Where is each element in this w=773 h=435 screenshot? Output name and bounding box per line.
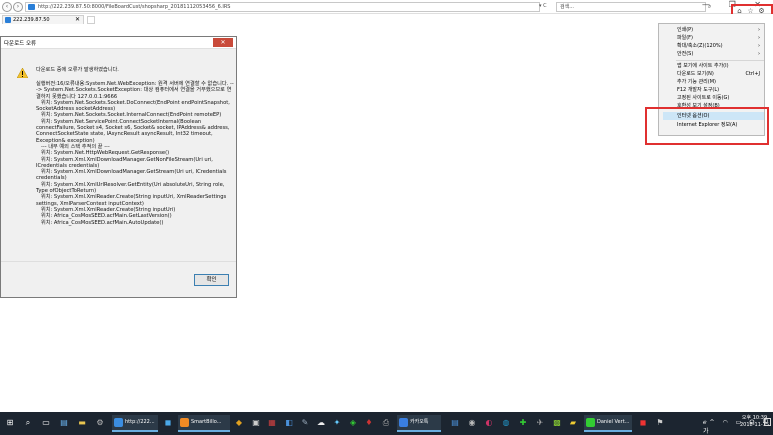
app-icon[interactable]: ◼ bbox=[637, 417, 649, 429]
tab-close-icon[interactable]: ✕ bbox=[75, 16, 80, 24]
app-icon[interactable]: ✈ bbox=[534, 417, 546, 429]
taskbar-window-label: http://222... bbox=[125, 419, 155, 425]
submenu-arrow-icon: › bbox=[758, 43, 760, 49]
app-icon[interactable]: ◐ bbox=[483, 417, 495, 429]
start-button-icon[interactable]: ⊞ bbox=[4, 417, 16, 429]
app-icon[interactable]: ◈ bbox=[347, 417, 359, 429]
app-icon[interactable]: ▰ bbox=[567, 417, 579, 429]
error-dialog: 다운로드 오류 ✕ 다운로드 중에 오류가 발생하였습니다. 실행버전:16/오… bbox=[0, 36, 237, 298]
app-icon[interactable]: ⚑ bbox=[654, 417, 666, 429]
warning-icon bbox=[17, 68, 28, 78]
menu-item-label: 확대/축소(Z)(120%) bbox=[677, 43, 723, 49]
dialog-message: 다운로드 중에 오류가 발생하였습니다. bbox=[36, 67, 234, 75]
app-icon[interactable]: ◼ bbox=[162, 417, 174, 429]
ie-icon bbox=[114, 418, 123, 427]
app-icon[interactable]: ▣ bbox=[250, 417, 262, 429]
menu-item-shortcut: Ctrl+J bbox=[745, 71, 760, 77]
submenu-arrow-icon: › bbox=[758, 35, 760, 41]
url-text: http://222.239.87.50:8000/FileBoardCust/… bbox=[38, 4, 231, 10]
menu-item-label: 다운로드 보기(N) bbox=[677, 71, 714, 77]
taskbar-kakao-window[interactable]: 카카오톡 bbox=[397, 415, 441, 432]
taskbar-daniel-window[interactable]: Daniel Vert... bbox=[584, 415, 632, 432]
ok-button[interactable]: 확인 bbox=[194, 274, 229, 286]
taskbar-window-label: Daniel Vert... bbox=[597, 419, 630, 425]
dialog-line2: 실행버전:16/오류내용:System.Net.WebException: 원격… bbox=[36, 81, 234, 100]
menu-item-pinned-sites[interactable]: 고정된 사이트로 이동(G) bbox=[663, 94, 764, 102]
menu-item-label: 인쇄(P) bbox=[677, 27, 694, 33]
folder-icon[interactable]: ▬ bbox=[76, 417, 88, 429]
menu-item-dev-tools[interactable]: F12 개발자 도구(L) bbox=[663, 86, 764, 94]
dialog-stack-trace: 위치: System.Net.Sockets.Socket.DoConnect(… bbox=[36, 99, 230, 226]
app-icon[interactable]: ♦ bbox=[363, 417, 375, 429]
app-icon[interactable]: ▦ bbox=[266, 417, 278, 429]
app-icon[interactable]: ☁ bbox=[315, 417, 327, 429]
taskbar-window-label: SmartBillo... bbox=[191, 419, 222, 425]
smartbill-icon bbox=[180, 418, 189, 427]
app-icon[interactable]: ⎙ bbox=[380, 417, 392, 429]
tab-site-icon bbox=[5, 17, 11, 23]
dialog-close-button[interactable]: ✕ bbox=[213, 38, 233, 47]
dialog-details: 실행버전:16/오류내용:System.Net.WebException: 원격… bbox=[36, 81, 234, 226]
menu-item-manage-addons[interactable]: 추가 기능 관리(M) bbox=[663, 78, 764, 86]
notification-icon[interactable] bbox=[764, 418, 771, 426]
submenu-arrow-icon: › bbox=[758, 27, 760, 33]
menu-item-label: 고정된 사이트로 이동(G) bbox=[677, 95, 730, 101]
menu-item-add-site-apps[interactable]: 앱 보기에 사이트 추가(I) bbox=[663, 62, 764, 70]
menu-item-zoom[interactable]: 확대/축소(Z)(120%) › bbox=[663, 42, 764, 50]
taskbar-smartbill-window[interactable]: SmartBillo... bbox=[178, 415, 230, 432]
back-button[interactable]: ‹ bbox=[2, 2, 12, 12]
app-icon[interactable]: ▩ bbox=[551, 417, 563, 429]
tab-title: 222.239.87.50 bbox=[13, 17, 50, 23]
menu-item-label: 안전(S) bbox=[677, 51, 694, 57]
app-icon[interactable]: ✦ bbox=[331, 417, 343, 429]
url-controls[interactable]: ▾ C bbox=[539, 3, 547, 9]
menu-item-print[interactable]: 인쇄(P) › bbox=[663, 26, 764, 34]
dialog-line1: 다운로드 중에 오류가 발생하였습니다. bbox=[36, 67, 119, 73]
dialog-title: 다운로드 오류 bbox=[4, 41, 37, 47]
taskbar-ie-window[interactable]: http://222... bbox=[112, 415, 158, 432]
url-input[interactable]: http://222.239.87.50:8000/FileBoardCust/… bbox=[25, 2, 540, 12]
app-icon[interactable]: ✚ bbox=[517, 417, 529, 429]
menu-item-safety[interactable]: 안전(S) › bbox=[663, 50, 764, 58]
app-icon[interactable]: ◍ bbox=[500, 417, 512, 429]
search-icon[interactable]: ⌕ bbox=[22, 417, 34, 429]
submenu-arrow-icon: › bbox=[758, 51, 760, 57]
new-tab-button[interactable] bbox=[87, 16, 95, 24]
app-icon[interactable]: ✎ bbox=[299, 417, 311, 429]
app-icon[interactable]: ◧ bbox=[283, 417, 295, 429]
dialog-footer: 확인 bbox=[1, 261, 236, 297]
menu-item-file[interactable]: 파일(F) › bbox=[663, 34, 764, 42]
forward-button[interactable]: › bbox=[13, 2, 23, 12]
menu-item-label: 추가 기능 관리(M) bbox=[677, 79, 716, 85]
address-bar: ‹ › http://222.239.87.50:8000/FileBoardC… bbox=[0, 0, 773, 14]
settings-gear-icon[interactable]: ⚙ bbox=[94, 417, 106, 429]
dialog-titlebar: 다운로드 오류 ✕ bbox=[1, 37, 236, 49]
menu-item-label: 앱 보기에 사이트 추가(I) bbox=[677, 63, 729, 69]
app-icon[interactable]: ▤ bbox=[449, 417, 461, 429]
menu-item-label: F12 개발자 도구(L) bbox=[677, 87, 720, 93]
app-icon[interactable]: ◉ bbox=[466, 417, 478, 429]
menu-item-label: 파일(F) bbox=[677, 35, 693, 41]
explorer-icon[interactable]: ▤ bbox=[58, 417, 70, 429]
browser-tab[interactable]: 222.239.87.50 ✕ bbox=[2, 15, 84, 24]
app-icon[interactable]: ◆ bbox=[233, 417, 245, 429]
highlight-box-options bbox=[645, 107, 769, 145]
taskbar: ⊞ ⌕ ▭ ▤ ▬ ⚙ http://222... ◼ SmartBillo..… bbox=[0, 412, 773, 435]
menu-item-view-downloads[interactable]: 다운로드 보기(N) Ctrl+J bbox=[663, 70, 764, 78]
kakao-icon bbox=[399, 418, 408, 427]
search-input[interactable]: 검색... bbox=[556, 2, 706, 12]
daniel-app-icon bbox=[586, 418, 595, 427]
taskbar-window-label: 카카오톡 bbox=[410, 419, 429, 425]
menu-separator bbox=[676, 60, 764, 61]
site-icon bbox=[28, 4, 35, 10]
task-view-icon[interactable]: ▭ bbox=[40, 417, 52, 429]
